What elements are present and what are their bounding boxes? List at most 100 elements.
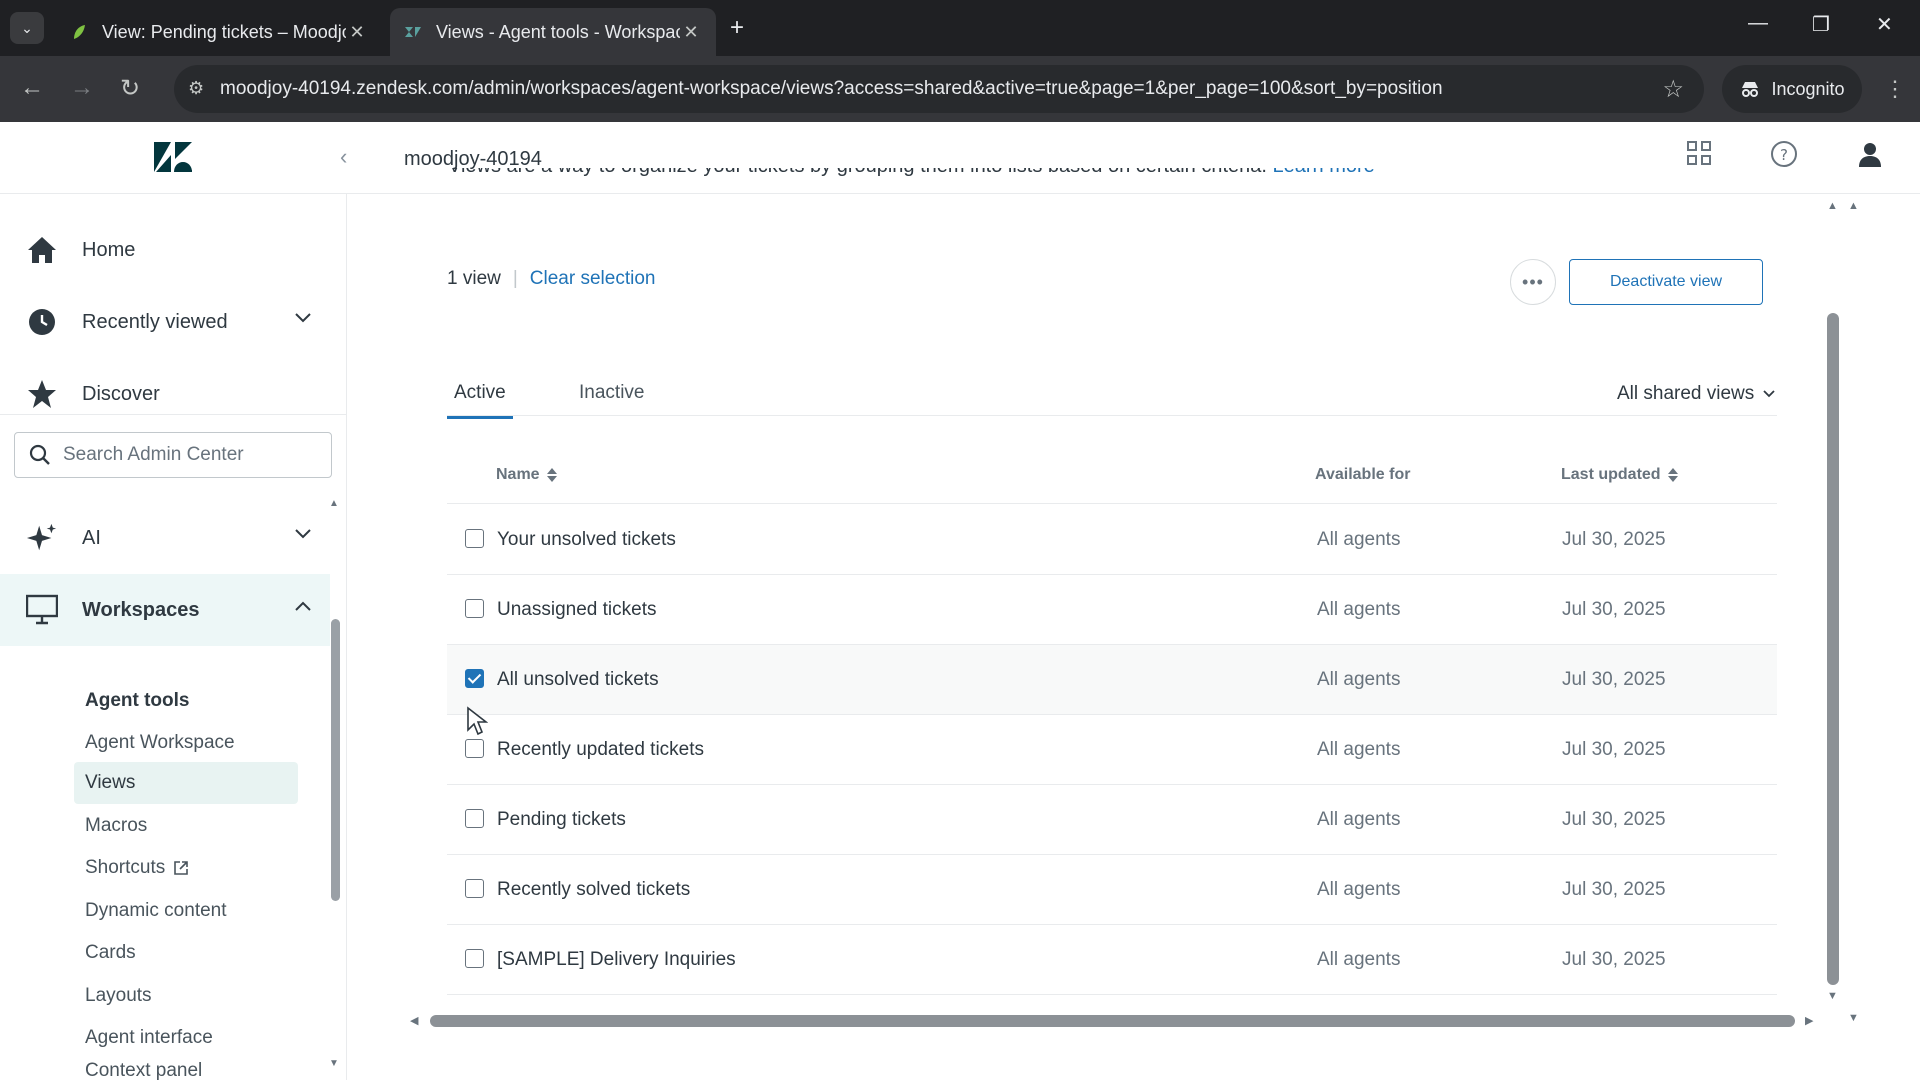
scroll-left-icon[interactable]: ◀: [410, 1014, 418, 1027]
page-scroll-down-icon[interactable]: ▼: [1848, 1012, 1859, 1024]
help-icon[interactable]: ?: [1770, 140, 1798, 168]
row-checkbox-checked[interactable]: [465, 669, 484, 688]
view-name[interactable]: Your unsolved tickets: [497, 529, 676, 551]
vertical-scrollbar-thumb[interactable]: [1827, 313, 1839, 985]
products-grid-icon[interactable]: [1686, 140, 1712, 166]
site-info-icon[interactable]: ⚙: [188, 78, 204, 99]
search-placeholder: Search Admin Center: [63, 444, 244, 465]
row-checkbox[interactable]: [465, 529, 484, 548]
sidebar-scroll-down-icon[interactable]: ▼: [329, 1058, 339, 1069]
sidebar-scroll-up-icon[interactable]: ▲: [329, 498, 339, 509]
clear-selection-link[interactable]: Clear selection: [530, 268, 656, 290]
column-label: Available for: [1315, 466, 1411, 483]
row-checkbox[interactable]: [465, 599, 484, 618]
sidebar-item-home[interactable]: Home: [0, 214, 330, 286]
reload-icon[interactable]: ↻: [120, 74, 140, 103]
subitem-label: Shortcuts: [85, 857, 166, 878]
views-intro-text: Views are a way to organize your tickets…: [448, 168, 1375, 196]
back-icon[interactable]: ←: [20, 74, 44, 102]
more-options-button[interactable]: •••: [1510, 259, 1556, 305]
sidebar-subitem-agent-interface[interactable]: Agent interface: [74, 1017, 298, 1059]
url-text[interactable]: moodjoy-40194.zendesk.com/admin/workspac…: [220, 78, 1443, 100]
scroll-up-icon[interactable]: ▲: [1827, 200, 1838, 212]
ellipsis-icon: •••: [1522, 271, 1544, 292]
view-name[interactable]: All unsolved tickets: [497, 669, 659, 691]
collapse-sidebar-icon[interactable]: ‹: [340, 144, 347, 170]
table-row[interactable]: Unassigned tickets All agents Jul 30, 20…: [447, 575, 1777, 645]
subitem-label: Views: [85, 772, 136, 793]
browser-address-bar: ← → ↻ ⚙ moodjoy-40194.zendesk.com/admin/…: [0, 56, 1920, 122]
restore-icon[interactable]: ❐: [1812, 12, 1830, 37]
admin-search-input[interactable]: Search Admin Center: [14, 432, 332, 478]
tab-active[interactable]: Active: [447, 382, 513, 419]
subitem-label: Dynamic content: [85, 900, 227, 921]
view-name[interactable]: [SAMPLE] Delivery Inquiries: [497, 949, 736, 971]
chevron-down-icon: ⌄: [21, 19, 33, 36]
sidebar-subitem-shortcuts[interactable]: Shortcuts: [74, 847, 298, 889]
search-icon: [29, 444, 50, 465]
table-row[interactable]: Recently updated tickets All agents Jul …: [447, 715, 1777, 785]
incognito-indicator[interactable]: Incognito: [1722, 65, 1862, 113]
table-row[interactable]: Recently solved tickets All agents Jul 3…: [447, 855, 1777, 925]
sidebar-item-workspaces[interactable]: Workspaces: [0, 574, 330, 646]
row-checkbox[interactable]: [465, 879, 484, 898]
tab-inactive[interactable]: Inactive: [579, 382, 644, 404]
row-checkbox[interactable]: [465, 739, 484, 758]
available-for: All agents: [1317, 879, 1401, 900]
table-row[interactable]: Your unsolved tickets All agents Jul 30,…: [447, 505, 1777, 575]
browser-menu-icon[interactable]: ⋮: [1884, 76, 1906, 102]
forward-icon[interactable]: →: [70, 74, 94, 102]
home-icon: [26, 234, 58, 266]
page-scroll-up-icon[interactable]: ▲: [1848, 200, 1859, 212]
close-tab-icon[interactable]: ✕: [680, 22, 702, 43]
sidebar-subitem-cards[interactable]: Cards: [74, 932, 298, 974]
table-row[interactable]: Pending tickets All agents Jul 30, 2025: [447, 785, 1777, 855]
view-name[interactable]: Recently solved tickets: [497, 879, 690, 901]
tab-title: View: Pending tickets – Moodjoy: [102, 21, 346, 42]
row-checkbox[interactable]: [465, 809, 484, 828]
user-avatar-icon[interactable]: [1856, 140, 1884, 168]
minimize-icon[interactable]: —: [1748, 12, 1768, 35]
external-link-icon: [174, 861, 189, 875]
sidebar-item-discover[interactable]: Discover: [0, 358, 330, 430]
horizontal-scrollbar-thumb[interactable]: [430, 1015, 1795, 1027]
table-row[interactable]: [SAMPLE] Delivery Inquiries All agents J…: [447, 925, 1777, 995]
sidebar-subitem-agent-workspace[interactable]: Agent Workspace: [74, 722, 298, 764]
sidebar-item-label: AI: [82, 526, 101, 549]
scroll-down-icon[interactable]: ▼: [1827, 990, 1838, 1002]
sidebar-item-recently-viewed[interactable]: Recently viewed: [0, 286, 330, 358]
learn-more-link[interactable]: Learn more: [1273, 168, 1375, 177]
svg-text:?: ?: [1780, 146, 1788, 164]
table-row[interactable]: All unsolved tickets All agents Jul 30, …: [447, 645, 1777, 715]
subitem-label: Macros: [85, 815, 148, 836]
sidebar-subitem-views[interactable]: Views: [74, 762, 298, 804]
view-name[interactable]: Recently updated tickets: [497, 739, 704, 761]
view-name[interactable]: Unassigned tickets: [497, 599, 656, 621]
sidebar-subitem-layouts[interactable]: Layouts: [74, 975, 298, 1017]
last-updated: Jul 30, 2025: [1562, 809, 1666, 830]
deactivate-view-button[interactable]: Deactivate view: [1569, 259, 1763, 305]
column-header-name[interactable]: Name: [496, 466, 558, 484]
sidebar-item-ai[interactable]: AI: [0, 502, 330, 574]
sidebar-subitem-macros[interactable]: Macros: [74, 805, 298, 847]
row-checkbox[interactable]: [465, 949, 484, 968]
browser-tab-views[interactable]: Views - Agent tools - Workspaces ✕: [390, 8, 716, 56]
sidebar-subitem-dynamic-content[interactable]: Dynamic content: [74, 890, 298, 932]
browser-tab-pending[interactable]: View: Pending tickets – Moodjoy ✕: [56, 8, 382, 56]
close-tab-icon[interactable]: ✕: [346, 22, 368, 43]
bookmark-star-icon[interactable]: ☆: [1662, 75, 1684, 104]
column-label: Name: [496, 466, 540, 483]
zendesk-logo-icon[interactable]: [154, 142, 192, 172]
sidebar-scrollbar-thumb[interactable]: [331, 619, 340, 901]
last-updated: Jul 30, 2025: [1562, 949, 1666, 970]
sidebar-subitem-context-panel[interactable]: Context panel: [74, 1060, 298, 1080]
close-window-icon[interactable]: ✕: [1876, 12, 1893, 37]
new-tab-icon[interactable]: +: [730, 14, 744, 42]
column-header-last-updated[interactable]: Last updated: [1561, 466, 1679, 484]
available-for: All agents: [1317, 669, 1401, 690]
tab-search-button[interactable]: ⌄: [10, 12, 44, 44]
url-omnibox[interactable]: ⚙ moodjoy-40194.zendesk.com/admin/worksp…: [174, 65, 1704, 113]
shared-views-filter[interactable]: All shared views: [1617, 383, 1776, 405]
view-name[interactable]: Pending tickets: [497, 809, 626, 831]
scroll-right-icon[interactable]: ▶: [1805, 1014, 1813, 1027]
